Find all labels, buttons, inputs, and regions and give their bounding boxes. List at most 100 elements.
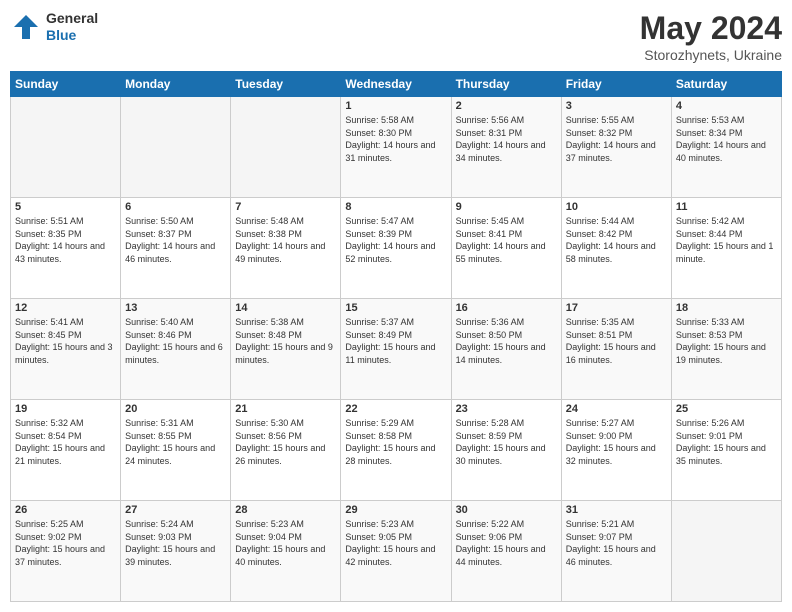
day-cell: 12Sunrise: 5:41 AMSunset: 8:45 PMDayligh… <box>11 299 121 400</box>
day-cell: 28Sunrise: 5:23 AMSunset: 9:04 PMDayligh… <box>231 501 341 602</box>
day-cell: 27Sunrise: 5:24 AMSunset: 9:03 PMDayligh… <box>121 501 231 602</box>
day-number: 7 <box>235 201 336 213</box>
weekday-header-wednesday: Wednesday <box>341 72 451 97</box>
day-number: 31 <box>566 504 667 516</box>
header: General Blue May 2024 Storozhynets, Ukra… <box>10 10 782 63</box>
weekday-header-monday: Monday <box>121 72 231 97</box>
day-number: 15 <box>345 302 446 314</box>
day-number: 5 <box>15 201 116 213</box>
week-row-1: 1Sunrise: 5:58 AMSunset: 8:30 PMDaylight… <box>11 97 782 198</box>
day-cell: 30 Sunrise: 5:22 AMSunset: 9:06 PMDayligh… <box>451 501 561 602</box>
day-info: Sunrise: 5:29 AMSunset: 8:58 PMDaylight:… <box>345 417 446 467</box>
day-cell: 29 Sunrise: 5:23 AMSunset: 9:05 PMDayligh… <box>341 501 451 602</box>
day-cell: 20 Sunrise: 5:31 AMSunset: 8:55 PMDayligh… <box>121 400 231 501</box>
subtitle: Storozhynets, Ukraine <box>640 47 782 63</box>
day-info: Sunrise: 5:48 AMSunset: 8:38 PMDaylight:… <box>235 215 336 265</box>
day-info: Sunrise: 5:36 AMSunset: 8:50 PMDaylight:… <box>456 316 557 366</box>
week-row-2: 5 Sunrise: 5:51 AMSunset: 8:35 PMDaylight… <box>11 198 782 299</box>
logo-general: General <box>46 10 98 26</box>
day-number: 6 <box>125 201 226 213</box>
day-cell: 26Sunrise: 5:25 AMSunset: 9:02 PMDayligh… <box>11 501 121 602</box>
day-number: 30 <box>456 504 557 516</box>
weekday-header-sunday: Sunday <box>11 72 121 97</box>
logo-text: General Blue <box>46 10 98 44</box>
day-cell: 1Sunrise: 5:58 AMSunset: 8:30 PMDaylight… <box>341 97 451 198</box>
day-number: 10 <box>566 201 667 213</box>
day-info: Sunrise: 5:58 AMSunset: 8:30 PMDaylight:… <box>345 114 446 164</box>
logo-icon <box>10 11 42 43</box>
title-block: May 2024 Storozhynets, Ukraine <box>640 10 782 63</box>
day-info: Sunrise: 5:40 AMSunset: 8:46 PMDaylight:… <box>125 316 226 366</box>
day-info: Sunrise: 5:44 AMSunset: 8:42 PMDaylight:… <box>566 215 667 265</box>
day-number: 2 <box>456 100 557 112</box>
day-number: 21 <box>235 403 336 415</box>
day-cell: 31 Sunrise: 5:21 AMSunset: 9:07 PMDayligh… <box>561 501 671 602</box>
day-info: Sunrise: 5:21 AMSunset: 9:07 PMDaylight:… <box>566 518 667 568</box>
day-cell: 21 Sunrise: 5:30 AMSunset: 8:56 PMDayligh… <box>231 400 341 501</box>
day-cell: 4Sunrise: 5:53 AMSunset: 8:34 PMDaylight… <box>671 97 781 198</box>
day-number: 23 <box>456 403 557 415</box>
day-info: Sunrise: 5:33 AMSunset: 8:53 PMDaylight:… <box>676 316 777 366</box>
day-info: Sunrise: 5:23 AMSunset: 9:04 PMDaylight:… <box>235 518 336 568</box>
day-number: 13 <box>125 302 226 314</box>
day-cell: 2Sunrise: 5:56 AMSunset: 8:31 PMDaylight… <box>451 97 561 198</box>
day-cell: 14 Sunrise: 5:38 AMSunset: 8:48 PMDayligh… <box>231 299 341 400</box>
day-info: Sunrise: 5:22 AMSunset: 9:06 PMDaylight:… <box>456 518 557 568</box>
day-number: 18 <box>676 302 777 314</box>
calendar-table: SundayMondayTuesdayWednesdayThursdayFrid… <box>10 71 782 602</box>
day-cell <box>671 501 781 602</box>
day-cell <box>11 97 121 198</box>
day-number: 29 <box>345 504 446 516</box>
day-cell: 7 Sunrise: 5:48 AMSunset: 8:38 PMDaylight… <box>231 198 341 299</box>
week-row-5: 26Sunrise: 5:25 AMSunset: 9:02 PMDayligh… <box>11 501 782 602</box>
day-number: 22 <box>345 403 446 415</box>
weekday-header-row: SundayMondayTuesdayWednesdayThursdayFrid… <box>11 72 782 97</box>
logo-blue: Blue <box>46 27 76 43</box>
day-info: Sunrise: 5:53 AMSunset: 8:34 PMDaylight:… <box>676 114 777 164</box>
day-number: 25 <box>676 403 777 415</box>
weekday-header-saturday: Saturday <box>671 72 781 97</box>
day-info: Sunrise: 5:55 AMSunset: 8:32 PMDaylight:… <box>566 114 667 164</box>
day-info: Sunrise: 5:45 AMSunset: 8:41 PMDaylight:… <box>456 215 557 265</box>
day-cell: 19Sunrise: 5:32 AMSunset: 8:54 PMDayligh… <box>11 400 121 501</box>
logo: General Blue <box>10 10 98 44</box>
day-cell: 11 Sunrise: 5:42 AMSunset: 8:44 PMDayligh… <box>671 198 781 299</box>
day-info: Sunrise: 5:23 AMSunset: 9:05 PMDaylight:… <box>345 518 446 568</box>
day-cell: 8 Sunrise: 5:47 AMSunset: 8:39 PMDaylight… <box>341 198 451 299</box>
day-info: Sunrise: 5:32 AMSunset: 8:54 PMDaylight:… <box>15 417 116 467</box>
day-info: Sunrise: 5:51 AMSunset: 8:35 PMDaylight:… <box>15 215 116 265</box>
month-title: May 2024 <box>640 10 782 47</box>
day-number: 8 <box>345 201 446 213</box>
day-info: Sunrise: 5:31 AMSunset: 8:55 PMDaylight:… <box>125 417 226 467</box>
day-cell <box>231 97 341 198</box>
day-cell: 10 Sunrise: 5:44 AMSunset: 8:42 PMDayligh… <box>561 198 671 299</box>
day-info: Sunrise: 5:28 AMSunset: 8:59 PMDaylight:… <box>456 417 557 467</box>
day-number: 16 <box>456 302 557 314</box>
day-info: Sunrise: 5:38 AMSunset: 8:48 PMDaylight:… <box>235 316 336 366</box>
week-row-4: 19Sunrise: 5:32 AMSunset: 8:54 PMDayligh… <box>11 400 782 501</box>
day-info: Sunrise: 5:30 AMSunset: 8:56 PMDaylight:… <box>235 417 336 467</box>
day-info: Sunrise: 5:47 AMSunset: 8:39 PMDaylight:… <box>345 215 446 265</box>
day-cell <box>121 97 231 198</box>
day-number: 9 <box>456 201 557 213</box>
day-number: 14 <box>235 302 336 314</box>
day-info: Sunrise: 5:35 AMSunset: 8:51 PMDaylight:… <box>566 316 667 366</box>
day-info: Sunrise: 5:42 AMSunset: 8:44 PMDaylight:… <box>676 215 777 265</box>
day-info: Sunrise: 5:25 AMSunset: 9:02 PMDaylight:… <box>15 518 116 568</box>
day-number: 20 <box>125 403 226 415</box>
day-info: Sunrise: 5:50 AMSunset: 8:37 PMDaylight:… <box>125 215 226 265</box>
day-info: Sunrise: 5:24 AMSunset: 9:03 PMDaylight:… <box>125 518 226 568</box>
day-cell: 18 Sunrise: 5:33 AMSunset: 8:53 PMDayligh… <box>671 299 781 400</box>
day-cell: 5 Sunrise: 5:51 AMSunset: 8:35 PMDaylight… <box>11 198 121 299</box>
day-cell: 6 Sunrise: 5:50 AMSunset: 8:37 PMDaylight… <box>121 198 231 299</box>
day-cell: 15 Sunrise: 5:37 AMSunset: 8:49 PMDayligh… <box>341 299 451 400</box>
day-info: Sunrise: 5:26 AMSunset: 9:01 PMDaylight:… <box>676 417 777 467</box>
day-number: 12 <box>15 302 116 314</box>
day-info: Sunrise: 5:37 AMSunset: 8:49 PMDaylight:… <box>345 316 446 366</box>
day-number: 11 <box>676 201 777 213</box>
day-number: 24 <box>566 403 667 415</box>
day-cell: 23 Sunrise: 5:28 AMSunset: 8:59 PMDayligh… <box>451 400 561 501</box>
day-cell: 24Sunrise: 5:27 AMSunset: 9:00 PMDayligh… <box>561 400 671 501</box>
day-cell: 13 Sunrise: 5:40 AMSunset: 8:46 PMDayligh… <box>121 299 231 400</box>
day-number: 3 <box>566 100 667 112</box>
